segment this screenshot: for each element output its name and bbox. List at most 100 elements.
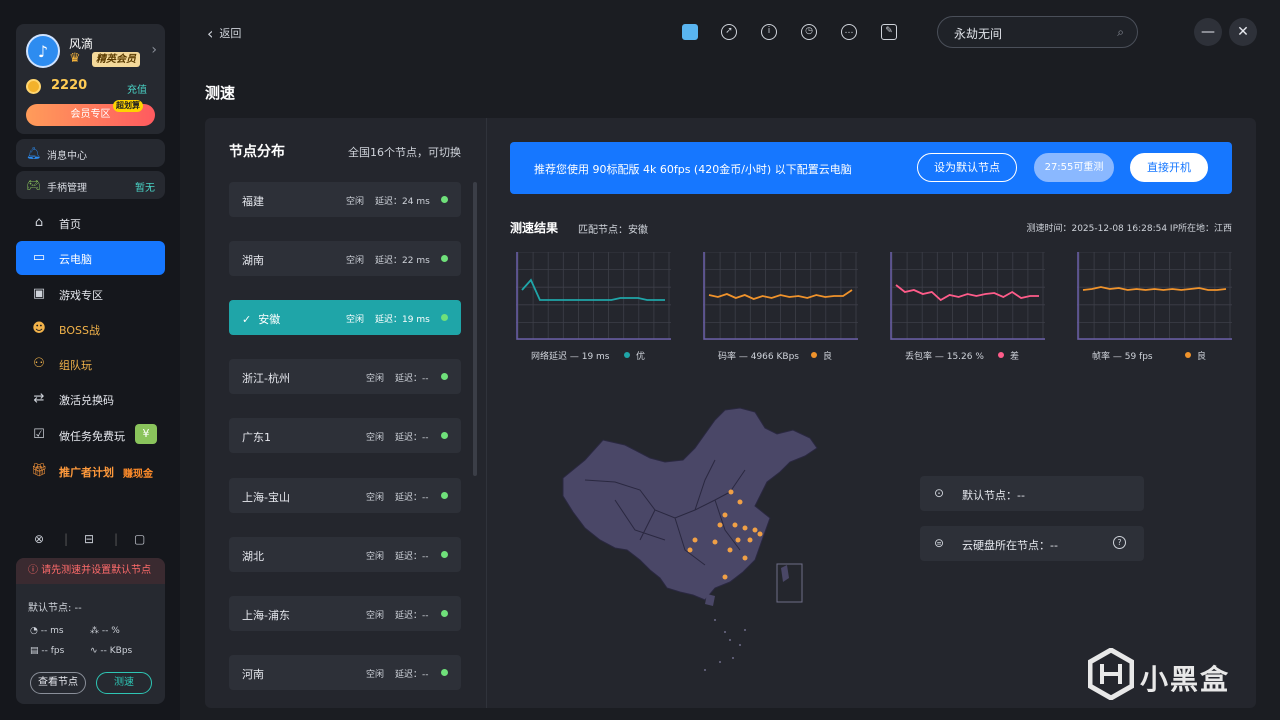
loss-stat: ⁂ -- % [90,626,120,636]
sidebar: ♪ 风滴 ♛ 精英会员 › 2220 充值 会员专区 超划算 🔔︎ 消息中心 🎮… [0,0,180,720]
metric-quality: 优 [624,349,645,362]
node-item[interactable]: 浙江-杭州 空闲 延迟：-- [229,359,461,394]
node-delay: 延迟：-- [395,374,429,384]
recharge-link[interactable]: 充值 [127,81,147,96]
quality-dot [624,352,630,358]
china-map [562,407,818,671]
inset-box [776,563,803,603]
chevron-right-icon[interactable]: › [151,42,157,58]
node-map [555,400,820,685]
clock-icon[interactable]: ◷ [801,24,817,40]
node-delay: 延迟：-- [395,433,429,443]
status-dot [441,492,448,499]
nav-label: BOSS战 [59,324,100,337]
info-icon[interactable]: i [761,24,777,40]
nav-redeem[interactable]: ⇄ 激活兑换码 [16,382,165,416]
node-name: 河南 [242,668,264,681]
avatar[interactable]: ♪ [26,34,60,68]
south-sea-islands [704,619,746,671]
node-item[interactable]: 湖北 空闲 延迟：-- [229,537,461,572]
node-item-selected[interactable]: ✓ 安徽 空闲 延迟：19 ms [229,300,461,335]
gamepad-manage[interactable]: 🎮︎ 手柄管理 暂无 [16,171,165,199]
box-icon[interactable]: ▢ [134,532,145,546]
bitrate-chart [703,252,858,340]
view-nodes-button[interactable]: 查看节点 [30,672,86,694]
drive-icon[interactable]: ⊟ [84,532,94,546]
crown-icon: ♛ [69,51,81,66]
node-item[interactable]: 河南 空闲 延迟：-- [229,655,461,690]
node-item[interactable]: 广东1 空闲 延迟：-- [229,418,461,453]
node-list-scrollbar[interactable] [473,182,477,476]
status-dot [441,255,448,262]
start-button[interactable]: 直接开机 [1130,153,1208,182]
disk-node-info: ⊜ 云硬盘所在节点：-- ? [920,526,1144,561]
separator: | [114,532,119,546]
nav-label: 首页 [59,218,81,231]
node-delay: 延迟：-- [395,611,429,621]
node-delay: 延迟：-- [395,552,429,562]
node-status: 空闲 [366,493,385,503]
node-name: 湖北 [242,550,264,563]
gamepad-status: 暂无 [135,183,155,194]
node-item[interactable]: 上海-宝山 空闲 延迟：-- [229,478,461,513]
node-name: 上海-浦东 [242,609,290,622]
node-name: 湖南 [242,254,264,267]
node-item[interactable]: 福建 空闲 延迟：24 ms [229,182,461,217]
nav-home[interactable]: ⌂ 首页 [16,206,165,240]
nav-promoter[interactable]: 🎁︎ 推广者计划 赚现金 [16,454,165,488]
retest-button[interactable]: 27:55可重测 [1034,153,1114,182]
page-title: 测速 [205,84,236,102]
default-node-info: ⊙ 默认节点：-- [920,476,1144,511]
nav-team[interactable]: ⚇ 组队玩 [16,347,165,381]
device-icon[interactable] [682,24,698,40]
node-status: 空闲 [366,374,385,384]
location-pin-icon: ⊙ [934,486,945,500]
fps-chart-svg [1077,252,1232,340]
minimize-button[interactable]: — [1194,18,1222,46]
boss-icon: ☻ [32,321,46,336]
nav-games[interactable]: ▣ 游戏专区 [16,277,165,311]
close-button[interactable]: ✕ [1229,18,1257,46]
node-status: 空闲 [366,433,385,443]
latency-chart [516,252,671,340]
nav-cloud-pc[interactable]: ▭ 云电脑 [16,241,165,275]
result-title: 测速结果 [510,221,559,235]
nav-boss[interactable]: ☻ BOSS战 [16,312,165,346]
metric-quality: 良 [1185,349,1206,362]
quality-dot [1185,352,1191,358]
packet-loss-chart [890,252,1045,340]
compass-icon[interactable]: ➚ [721,24,737,40]
node-item[interactable]: 上海-浦东 空闲 延迟：-- [229,596,461,631]
bitrate-stat: ∿ -- KBps [90,646,133,656]
status-dot [441,373,448,380]
nav-tasks[interactable]: ☑ 做任务免费玩 ¥ [16,418,165,452]
nav-label: 推广者计划 [59,466,114,479]
gamepad-icon: 🎮︎ [26,178,42,192]
edit-icon[interactable]: ✎ [881,24,897,40]
node-item[interactable]: 湖南 空闲 延迟：22 ms [229,241,461,276]
profile-card[interactable]: ♪ 风滴 ♛ 精英会员 › 2220 充值 会员专区 超划算 [16,24,165,134]
back-button[interactable]: ‹ 返回 [207,24,241,43]
link-icon[interactable]: ⊗ [34,532,44,546]
quality-dot [811,352,817,358]
search-icon[interactable]: ⌕ [1117,25,1124,40]
node-status: 空闲 [346,315,365,325]
node-delay: 延迟：22 ms [375,256,430,266]
help-icon[interactable]: ? [1113,536,1126,549]
divider [486,118,487,708]
default-node-text: 默认节点: -- [28,603,82,614]
message-center[interactable]: 🔔︎ 消息中心 [16,139,165,167]
node-status: 空闲 [366,670,385,680]
search-input[interactable]: 永劫无间 ⌕ [937,16,1138,48]
status-dot [441,432,448,439]
node-name: 广东1 [242,431,271,444]
set-default-node-button[interactable]: 设为默认节点 [917,153,1017,182]
node-name: ✓ 安徽 [242,313,281,326]
recommend-banner: 推荐您使用 90标配版 4k 60fps (420金币/小时) 以下配置云电脑 … [510,142,1232,194]
packet-loss-chart-svg [890,252,1045,340]
speedtest-button[interactable]: 测速 [96,672,152,694]
status-dot [441,551,448,558]
metric-quality: 良 [811,349,832,362]
chat-icon[interactable]: … [841,24,857,40]
latency-stat: ◔ -- ms [30,626,64,636]
